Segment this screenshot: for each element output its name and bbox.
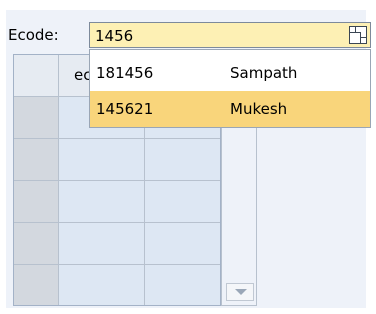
suggestion-item-highlighted[interactable]: 145621 Mukesh [90, 91, 370, 127]
row-divider [14, 222, 220, 223]
value-help-icon-back [349, 32, 361, 44]
suggestion-dropdown: 181456 Sampath 145621 Mukesh [89, 49, 371, 128]
suggestion-code: 145621 [96, 100, 154, 118]
ecode-label: Ecode: [8, 26, 59, 44]
ecode-input[interactable]: 1456 [89, 22, 371, 48]
suggestion-item[interactable]: 181456 Sampath [90, 55, 370, 91]
suggestion-name: Mukesh [230, 100, 288, 118]
row-divider [14, 264, 220, 265]
row-divider [14, 180, 220, 181]
scroll-down-arrow-icon[interactable] [226, 283, 254, 301]
ecode-input-value: 1456 [95, 27, 134, 45]
value-help-icon[interactable] [349, 26, 367, 44]
row-divider [14, 138, 220, 139]
suggestion-code: 181456 [96, 64, 154, 82]
suggestion-name: Sampath [230, 64, 298, 82]
